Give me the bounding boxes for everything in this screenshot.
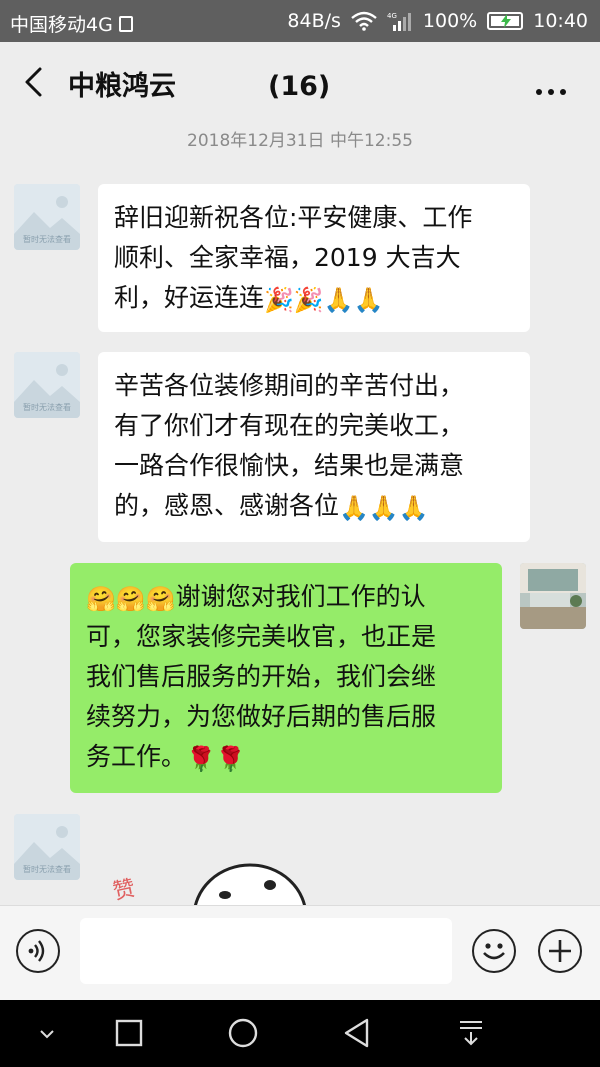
sticker-text: 赞 xyxy=(111,876,138,905)
status-left: 中国移动4G xyxy=(10,10,133,37)
voice-icon[interactable] xyxy=(16,929,60,973)
message-line: 可，您家装修完美收官，也正是 xyxy=(86,622,437,651)
message-line: 续努力，为您做好后期的售后服 xyxy=(86,702,437,731)
pray-emoji: 🙏🙏🙏 xyxy=(339,494,429,522)
message-bubble-incoming[interactable]: 辛苦各位装修期间的辛苦付出， 有了你们才有现在的完美收工， 一路合作很愉快，结果… xyxy=(98,352,530,542)
message-line: 一路合作很愉快，结果也是满意 xyxy=(114,451,465,480)
network-speed: 84B/s xyxy=(287,10,341,32)
svg-text:4G: 4G xyxy=(387,12,397,20)
back-nav-icon[interactable] xyxy=(340,1016,374,1050)
message-line: 顺利、全家幸福，2019 大吉大 xyxy=(114,243,461,272)
message-line: 的，感恩、感谢各位🙏🙏🙏 xyxy=(114,486,514,526)
input-bar xyxy=(0,905,600,1001)
avatar[interactable]: 暂时无法查看 xyxy=(14,352,80,418)
chat-name: 中粮鸿云 xyxy=(68,71,176,102)
emoji-icon[interactable] xyxy=(472,929,516,973)
message-text: 务工作。 xyxy=(86,742,187,771)
signal-icon: 4G xyxy=(387,12,411,31)
message-line: 我们售后服务的开始，我们会继 xyxy=(86,662,437,691)
blurred-name-part xyxy=(176,71,268,99)
status-bar: 中国移动4G 84B/s 4G 100% 10:40 xyxy=(0,0,600,42)
message-line: 利，好运连连🎉🎉🙏🙏 xyxy=(114,278,514,318)
avatar[interactable]: 暂时无法查看 xyxy=(14,814,80,880)
message-bubble-outgoing[interactable]: 🤗🤗🤗谢谢您对我们工作的认 可，您家装修完美收官，也正是 我们售后服务的开始，我… xyxy=(70,563,502,793)
rose-emoji: 🌹🌹 xyxy=(186,745,246,773)
avatar[interactable]: 暂时无法查看 xyxy=(14,184,80,250)
message-line: 辛苦各位装修期间的辛苦付出， xyxy=(114,371,465,400)
battery-icon xyxy=(487,12,524,30)
carrier-label: 中国移动4G xyxy=(10,14,113,36)
sim-icon xyxy=(118,15,133,32)
my-avatar[interactable] xyxy=(520,563,586,629)
back-arrow-icon[interactable] xyxy=(22,66,46,98)
avatar-caption: 暂时无法查看 xyxy=(23,865,71,874)
chat-header: 中粮鸿云 (16) xyxy=(0,42,600,122)
message-line: 🤗🤗🤗谢谢您对我们工作的认 xyxy=(86,577,486,617)
notification-pull-icon[interactable] xyxy=(454,1016,488,1050)
message-text: 的，感恩、感谢各位 xyxy=(114,491,340,520)
message-line: 务工作。🌹🌹 xyxy=(86,737,486,777)
more-icon[interactable] xyxy=(536,80,572,95)
battery-percent: 100% xyxy=(422,10,478,32)
wifi-icon xyxy=(351,11,377,31)
recent-apps-icon[interactable] xyxy=(112,1016,146,1050)
home-icon[interactable] xyxy=(226,1016,260,1050)
sticker-message[interactable]: 赞 xyxy=(110,855,310,905)
avatar-caption: 暂时无法查看 xyxy=(23,403,71,412)
message-input[interactable] xyxy=(80,918,452,984)
message-bubble-incoming[interactable]: 辞旧迎新祝各位:平安健康、工作 顺利、全家幸福，2019 大吉大 利，好运连连🎉… xyxy=(98,184,530,332)
message-line: 有了你们才有现在的完美收工， xyxy=(114,411,465,440)
avatar-caption: 暂时无法查看 xyxy=(23,235,71,244)
chat-title: 中粮鸿云 (16) xyxy=(68,64,330,103)
system-nav-bar xyxy=(0,1000,600,1067)
message-text: 谢谢您对我们工作的认 xyxy=(175,582,426,611)
plus-icon[interactable] xyxy=(538,929,582,973)
status-right: 84B/s 4G 100% 10:40 xyxy=(287,10,588,32)
message-timestamp: 2018年12月31日 中午12:55 xyxy=(187,131,413,151)
message-line: 辞旧迎新祝各位:平安健康、工作 xyxy=(114,203,473,232)
hide-keyboard-icon[interactable] xyxy=(30,1016,64,1050)
clock: 10:40 xyxy=(533,10,588,32)
member-count: (16) xyxy=(268,71,331,102)
hug-emoji: 🤗🤗🤗 xyxy=(86,585,176,613)
message-text: 利，好运连连 xyxy=(114,283,265,312)
party-emoji: 🎉🎉🙏🙏 xyxy=(264,286,384,314)
